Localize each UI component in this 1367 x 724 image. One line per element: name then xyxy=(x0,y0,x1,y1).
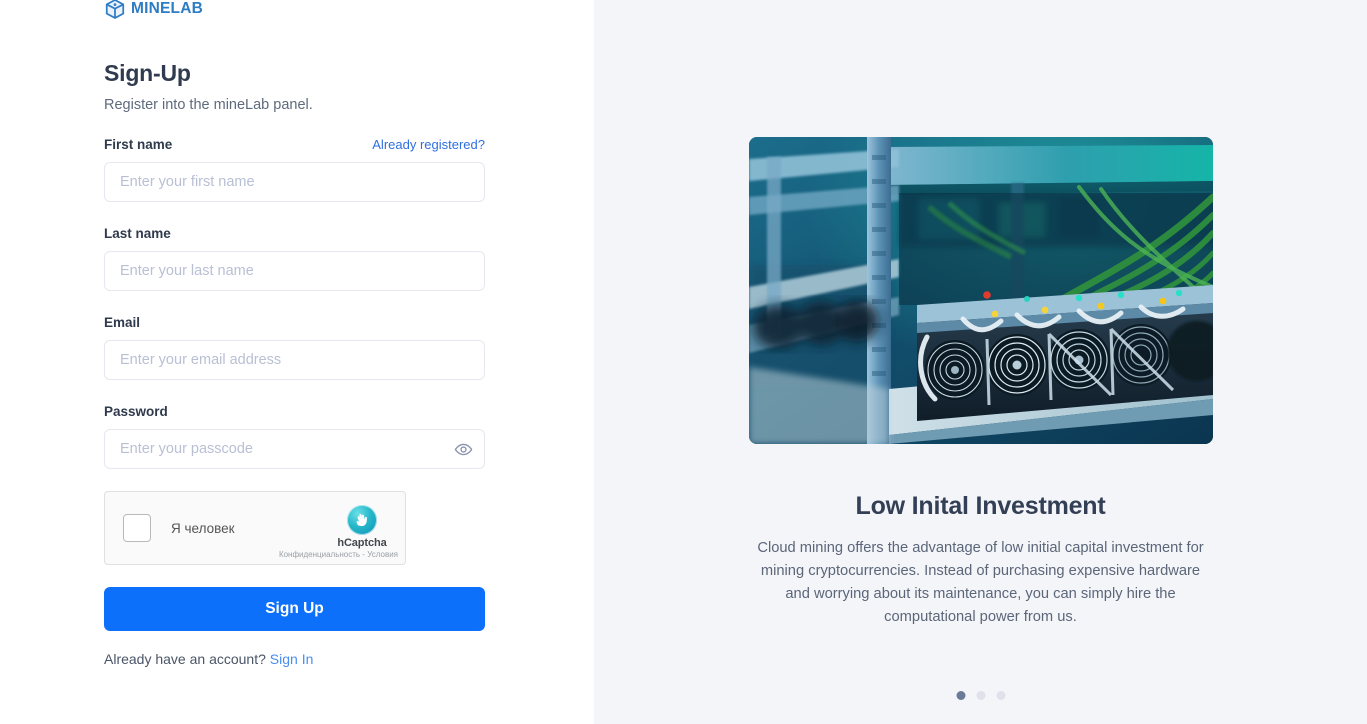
carousel-dot-1[interactable] xyxy=(956,691,965,700)
mining-rig-image xyxy=(748,137,1213,444)
sign-in-prompt: Already have an account? Sign In xyxy=(104,651,494,667)
promo-panel: Low Inital Investment Cloud mining offer… xyxy=(594,0,1367,724)
promo-description: Cloud mining offers the advantage of low… xyxy=(757,540,1204,625)
label-password: Password xyxy=(104,404,168,420)
hcaptcha-brand-name: hCaptcha xyxy=(337,537,387,550)
carousel-dot-2[interactable] xyxy=(976,691,985,700)
page-title: Sign-Up xyxy=(104,60,191,86)
promo-slide: Low Inital Investment Cloud mining offer… xyxy=(748,137,1213,629)
field-password: Password xyxy=(104,404,494,470)
first-name-input[interactable] xyxy=(104,162,485,203)
hcaptcha-checkbox[interactable] xyxy=(123,514,151,543)
input-shell-first-name xyxy=(104,162,485,203)
label-first-name: First name xyxy=(104,137,173,153)
field-head-password: Password xyxy=(104,404,485,419)
promo-title: Low Inital Investment xyxy=(855,492,1106,520)
hcaptcha-legal-links[interactable]: Конфиденциальность - Условия xyxy=(279,550,398,559)
sign-in-prompt-text: Already have an account? xyxy=(104,651,266,668)
signup-form: Sign-Up Register into the mineLab panel.… xyxy=(104,60,494,667)
field-first-name: First name Already registered? xyxy=(104,137,494,203)
hcaptcha-label: Я человек xyxy=(171,520,235,536)
field-email: Email xyxy=(104,315,494,381)
cube-box-icon xyxy=(104,0,126,20)
sign-up-button[interactable]: Sign Up xyxy=(104,587,485,632)
carousel-dots xyxy=(956,691,1005,700)
password-input[interactable] xyxy=(104,429,485,470)
field-head-email: Email xyxy=(104,315,485,330)
label-last-name: Last name xyxy=(104,226,171,242)
page-subtitle: Register into the mineLab panel. xyxy=(104,97,313,114)
label-email: Email xyxy=(104,315,141,331)
input-shell-password xyxy=(104,429,485,470)
field-head-first-name: First name Already registered? xyxy=(104,137,485,152)
signup-form-panel: MINELAB Sign-Up Register into the mineLa… xyxy=(0,0,594,724)
sign-in-link[interactable]: Sign In xyxy=(270,651,314,667)
eye-icon[interactable] xyxy=(453,439,473,459)
carousel-dot-3[interactable] xyxy=(996,691,1005,700)
field-head-last-name: Last name xyxy=(104,226,485,241)
email-input[interactable] xyxy=(104,340,485,381)
brand-logo[interactable]: MINELAB xyxy=(104,0,203,20)
already-registered-link[interactable]: Already registered? xyxy=(372,137,485,152)
hcaptcha-hand-icon xyxy=(347,505,377,536)
input-shell-email xyxy=(104,340,485,381)
brand-name: MINELAB xyxy=(131,0,204,17)
field-last-name: Last name xyxy=(104,226,494,292)
signup-page: MINELAB Sign-Up Register into the mineLa… xyxy=(0,0,1367,724)
hcaptcha-widget[interactable]: Я человек hCaptcha Конфиденциальность - … xyxy=(104,491,406,566)
last-name-input[interactable] xyxy=(104,251,485,292)
input-shell-last-name xyxy=(104,251,485,292)
